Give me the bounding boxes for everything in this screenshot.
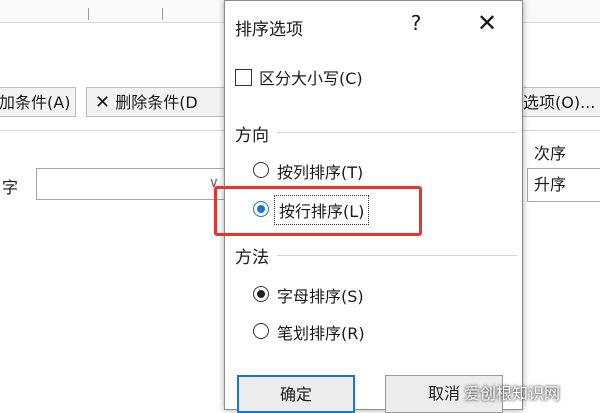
delete-condition-button[interactable]: ✕ 删除条件(D — [86, 87, 226, 117]
column-divider — [88, 8, 89, 20]
add-condition-button[interactable]: 加条件(A) — [0, 87, 76, 117]
case-sensitive-label[interactable]: 区分大小写(C) — [259, 65, 363, 89]
sort-by-column-radio[interactable] — [253, 162, 269, 178]
method-divider — [277, 255, 517, 256]
order-value: 升序 — [534, 175, 567, 194]
delete-x-icon: ✕ — [95, 92, 111, 113]
stroke-sort-label[interactable]: 笔划排序(R) — [277, 320, 365, 344]
order-header: 次序 — [534, 144, 567, 163]
sort-by-column-label[interactable]: 按列排序(T) — [277, 159, 363, 183]
highlight-annotation — [214, 186, 422, 236]
direction-divider — [277, 132, 517, 133]
close-button[interactable]: ✕ — [473, 9, 501, 37]
options-button[interactable]: 选项(O)... — [512, 87, 600, 117]
stroke-sort-radio[interactable] — [253, 323, 269, 339]
ok-button[interactable]: 确定 — [237, 375, 355, 413]
order-field[interactable]: 升序 — [527, 168, 600, 202]
delete-condition-label: 删除条件(D — [115, 93, 198, 112]
direction-title: 方向 — [235, 126, 269, 146]
cancel-label: 取消 — [427, 384, 460, 403]
sort-by-label: 字 — [2, 178, 19, 197]
help-button[interactable]: ? — [405, 11, 427, 35]
add-condition-label: 加条件(A) — [0, 93, 71, 112]
alphabetic-sort-radio[interactable] — [253, 286, 269, 302]
options-label: 选项(O)... — [523, 93, 596, 112]
ok-label: 确定 — [279, 385, 312, 404]
sort-by-combo[interactable]: ∨ — [36, 168, 226, 200]
alphabetic-sort-label[interactable]: 字母排序(S) — [277, 283, 364, 307]
column-divider — [162, 8, 163, 20]
method-title: 方法 — [235, 248, 269, 268]
watermark: 爱创根知识网 — [464, 384, 561, 403]
case-sensitive-checkbox[interactable] — [235, 69, 252, 86]
dialog-title: 排序选项 — [235, 20, 303, 40]
